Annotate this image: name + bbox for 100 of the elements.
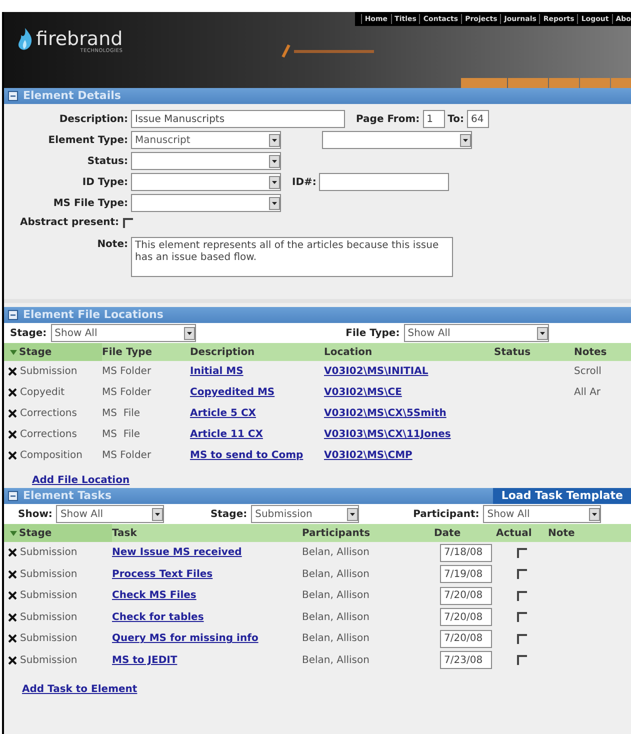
id-type-select[interactable] (131, 173, 281, 191)
description-field[interactable]: Issue Manuscripts (131, 110, 345, 128)
table-cell-text: Submission (20, 610, 78, 625)
field-label: Abstract present: (20, 216, 120, 230)
delete-icon (8, 570, 17, 579)
element-subtype-select[interactable] (322, 131, 472, 149)
column-header[interactable]: Description (190, 344, 255, 360)
location-link[interactable]: V03I02\MS\CX\5Smith (324, 408, 446, 419)
delete-icon (8, 430, 17, 439)
id-number-field[interactable] (319, 173, 450, 191)
status-select[interactable] (131, 152, 281, 170)
table-cell-text: Submission (20, 589, 78, 604)
column-header[interactable]: Note (548, 526, 575, 540)
table-cell-text: Belan, Allison (302, 632, 370, 646)
table-cell-text: Corrections (20, 407, 77, 421)
date-field[interactable]: 7/20/08 (440, 630, 492, 648)
field-label: Status: (86, 154, 128, 168)
description-link[interactable]: Copyedited MS (190, 387, 275, 398)
column-header[interactable]: Actual (496, 526, 532, 540)
element-type-select[interactable]: Manuscript (131, 131, 281, 149)
location-link[interactable]: V03I02\MS\CE (324, 387, 402, 398)
checkbox[interactable] (517, 634, 527, 644)
note-field[interactable]: This element represents all of the articles because this issue has an issue based flow. (131, 237, 453, 277)
brand-name: firebrand (36, 30, 123, 49)
checkbox[interactable] (517, 548, 527, 558)
table-cell-text: MS Folder (102, 386, 152, 400)
delete-icon (8, 591, 17, 600)
stage-filter-select[interactable]: Show All (50, 324, 196, 342)
load-task-template-button[interactable]: Load Task Template (493, 488, 631, 504)
table-cell-text: Composition (20, 449, 82, 463)
column-header[interactable]: File Type (102, 344, 152, 360)
task-link[interactable]: Process Text Files (112, 568, 213, 580)
task-link[interactable]: Check MS Files (112, 590, 196, 602)
section-title: Element Tasks (23, 488, 113, 504)
add-task-link[interactable]: Add Task to Element (22, 684, 138, 695)
collapse-icon (8, 310, 18, 320)
page-to-field[interactable]: 64 (467, 110, 490, 128)
description-link[interactable]: Article 11 CX (190, 429, 263, 440)
date-field[interactable]: 7/19/08 (440, 565, 492, 584)
task-link[interactable]: New Issue MS received (112, 547, 242, 558)
column-header[interactable]: Task (112, 526, 137, 540)
delete-icon (8, 409, 17, 418)
table-cell-text: Belan, Allison (302, 654, 370, 668)
checkbox[interactable] (517, 612, 527, 622)
table-cell-text: Scroll (574, 365, 602, 379)
delete-icon (8, 388, 17, 397)
field-label: Element Type: (47, 134, 128, 148)
delete-icon (8, 634, 17, 644)
field-label: File Type: (346, 326, 400, 340)
ms-file-type-select[interactable] (131, 194, 281, 212)
stage-filter-select[interactable]: Submission (251, 505, 360, 523)
table-cell-text: MS File (102, 428, 142, 442)
column-header[interactable]: Participants (302, 526, 370, 540)
show-filter-select[interactable]: Show All (56, 505, 164, 523)
table-cell-text: Belan, Allison (302, 589, 370, 604)
delete-icon (8, 367, 17, 376)
checkbox[interactable] (123, 218, 134, 228)
description-link[interactable]: Article 5 CX (190, 408, 256, 419)
file-type-filter-select[interactable]: Show All (404, 324, 549, 342)
location-link[interactable]: V03I02\MS\CMP (324, 450, 412, 461)
table-cell-text: MS File (102, 407, 142, 421)
table-cell-text: Belan, Allison (302, 546, 370, 560)
delete-icon (8, 612, 17, 622)
task-link[interactable]: Query MS for missing info (112, 633, 258, 644)
date-field[interactable]: 7/20/08 (440, 608, 492, 626)
location-link[interactable]: V03I02\MS\INITIAL (324, 366, 428, 377)
column-header[interactable]: Notes (574, 344, 607, 360)
collapse-icon (8, 91, 18, 101)
delete-icon (8, 451, 17, 460)
date-field[interactable]: 7/20/08 (440, 586, 492, 605)
description-link[interactable]: MS to send to Comp (190, 450, 304, 461)
table-cell-text: MS Folder (102, 365, 152, 379)
page-from-field[interactable]: 1 (422, 110, 445, 128)
checkbox[interactable] (517, 569, 527, 580)
field-label: Note: (96, 238, 128, 252)
task-link[interactable]: MS to JEDIT (112, 654, 178, 666)
participant-filter-select[interactable]: Show All (483, 505, 602, 523)
field-label: Stage: (210, 508, 248, 522)
section-title: Element File Locations (23, 306, 164, 323)
checkbox[interactable] (517, 655, 527, 666)
column-header[interactable]: Date (434, 526, 461, 540)
field-label: Page From: (356, 112, 420, 126)
location-link[interactable]: V03I03\MS\CX\11Jones (324, 429, 451, 440)
task-link[interactable]: Check for tables (112, 612, 204, 623)
column-header[interactable]: Location (324, 344, 372, 360)
description-link[interactable]: Initial MS (190, 366, 244, 377)
checkbox[interactable] (517, 590, 527, 601)
date-field[interactable]: 7/23/08 (440, 651, 492, 670)
field-label: MS File Type: (52, 196, 128, 210)
field-label: Participant: (413, 508, 480, 522)
table-cell-text: Belan, Allison (302, 610, 370, 625)
table-cell-text: Submission (20, 365, 78, 379)
field-label: Description: (58, 112, 128, 126)
delete-icon (8, 656, 17, 665)
add-file-location-link[interactable]: Add File Location (32, 475, 130, 486)
date-field[interactable]: 7/18/08 (440, 544, 492, 562)
delete-icon (8, 548, 17, 558)
table-cell-text: MS Folder (102, 449, 152, 463)
column-header[interactable]: Status (494, 344, 531, 360)
table-cell-text: Copyedit (20, 386, 65, 400)
